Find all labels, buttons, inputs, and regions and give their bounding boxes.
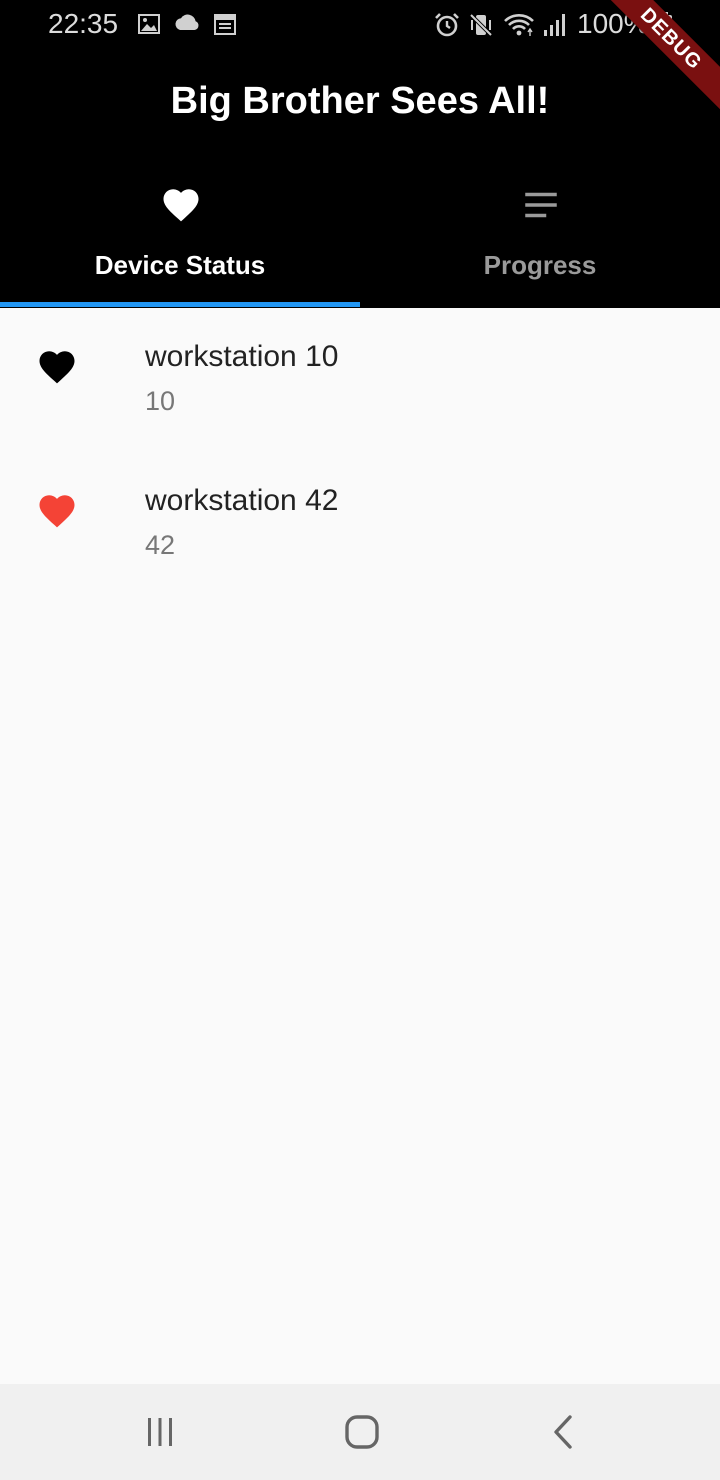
menu-lines-icon bbox=[525, 192, 557, 218]
tab-device-status[interactable]: Device Status bbox=[0, 180, 360, 308]
signal-icon bbox=[544, 14, 565, 36]
status-bar: 22:35 100% bbox=[0, 0, 720, 50]
tab-label: Device Status bbox=[94, 250, 266, 280]
status-time: 22:35 bbox=[48, 8, 119, 39]
cloud-icon bbox=[175, 14, 199, 30]
tab-label: Progress bbox=[483, 250, 597, 280]
app-bar: Big Brother Sees All! Device Status Prog… bbox=[0, 50, 720, 308]
image-icon bbox=[138, 14, 160, 34]
heart-icon bbox=[39, 495, 75, 528]
home-icon[interactable] bbox=[342, 1412, 382, 1452]
device-id: 10 bbox=[145, 386, 176, 416]
back-icon[interactable] bbox=[544, 1412, 584, 1452]
wifi-icon bbox=[504, 14, 534, 36]
tab-indicator bbox=[0, 302, 360, 307]
list-item[interactable]: workstation 42 42 bbox=[0, 452, 720, 596]
tab-progress[interactable]: Progress bbox=[360, 180, 720, 308]
device-id: 42 bbox=[145, 530, 176, 560]
heart-icon bbox=[163, 189, 199, 222]
list-item[interactable]: workstation 10 10 bbox=[0, 308, 720, 452]
recents-icon[interactable] bbox=[140, 1412, 180, 1452]
page-title: Big Brother Sees All! bbox=[170, 80, 550, 122]
heart-icon bbox=[39, 351, 75, 384]
device-name: workstation 10 bbox=[145, 340, 339, 373]
vibrate-icon bbox=[469, 13, 493, 37]
calendar-icon bbox=[214, 14, 236, 35]
alarm-icon bbox=[435, 13, 459, 37]
system-nav-bar bbox=[0, 1384, 720, 1480]
device-name: workstation 42 bbox=[145, 484, 339, 517]
